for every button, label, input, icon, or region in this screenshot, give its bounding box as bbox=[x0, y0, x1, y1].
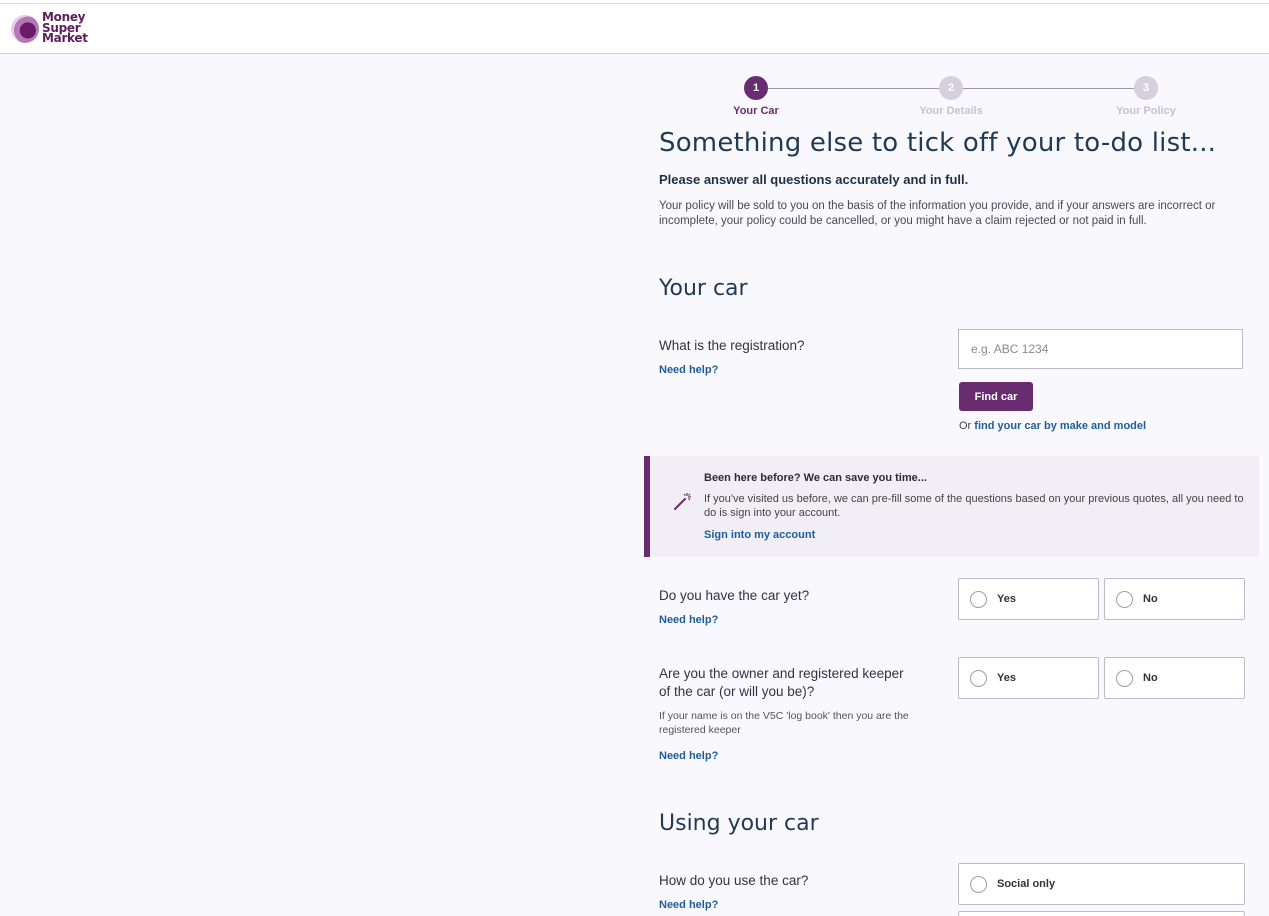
moneysupermarket-logo[interactable]: Money Super Market bbox=[11, 10, 101, 46]
step-your-policy: 3 Your Policy bbox=[1096, 76, 1196, 117]
step-number: 2 bbox=[939, 76, 963, 100]
have-car-need-help-link[interactable]: Need help? bbox=[659, 614, 718, 626]
site-header: Money Super Market bbox=[0, 4, 1269, 54]
callout-title: Been here before? We can save you time..… bbox=[704, 472, 927, 484]
step-your-details: 2 Your Details bbox=[901, 76, 1001, 117]
magic-wand-icon bbox=[674, 493, 691, 510]
step-number: 3 bbox=[1134, 76, 1158, 100]
radio-label: Yes bbox=[997, 672, 1016, 684]
car-use-question: How do you use the car? bbox=[659, 873, 809, 888]
step-number: 1 bbox=[744, 76, 768, 100]
have-car-no-option[interactable]: No bbox=[1104, 578, 1245, 620]
logo-wordmark: Money Super Market bbox=[42, 10, 88, 45]
owner-question-line2: of the car (or will you be)? bbox=[659, 684, 815, 699]
registration-question: What is the registration? bbox=[659, 338, 805, 353]
sign-in-callout: Been here before? We can save you time..… bbox=[644, 456, 1259, 557]
owner-need-help-link[interactable]: Need help? bbox=[659, 750, 718, 762]
radio-circle[interactable] bbox=[1116, 670, 1133, 687]
alt-find-text: Or find your car by make and model bbox=[959, 420, 1146, 432]
sign-in-link[interactable]: Sign into my account bbox=[704, 529, 815, 541]
owner-yes-option[interactable]: Yes bbox=[958, 657, 1099, 699]
social-only-option[interactable]: Social only bbox=[958, 863, 1245, 905]
alt-find-prefix: Or bbox=[959, 420, 972, 432]
have-car-question: Do you have the car yet? bbox=[659, 588, 810, 603]
radio-circle[interactable] bbox=[970, 876, 987, 893]
progress-stepper: 1 Your Car 2 Your Details 3 Your Policy bbox=[700, 76, 1210, 120]
step-label: Your Details bbox=[919, 105, 983, 117]
owner-no-option[interactable]: No bbox=[1104, 657, 1245, 699]
intro-text: Your policy will be sold to you on the b… bbox=[659, 200, 1216, 227]
registration-need-help-link[interactable]: Need help? bbox=[659, 364, 718, 376]
page-title: Something else to tick off your to-do li… bbox=[659, 128, 1217, 158]
find-car-button[interactable]: Find car bbox=[959, 382, 1033, 411]
radio-circle[interactable] bbox=[1116, 591, 1133, 608]
radio-circle[interactable] bbox=[970, 591, 987, 608]
find-by-make-model-link[interactable]: find your car by make and model bbox=[974, 420, 1146, 432]
intro-heading: Please answer all questions accurately a… bbox=[659, 172, 969, 187]
step-label: Your Policy bbox=[1116, 105, 1176, 117]
owner-hint: If your name is on the V5C 'log book' th… bbox=[659, 710, 909, 736]
radio-label: No bbox=[1143, 672, 1158, 684]
radio-circle[interactable] bbox=[970, 670, 987, 687]
owner-question-line1: Are you the owner and registered keeper bbox=[659, 666, 904, 681]
logo-mark-icon bbox=[11, 15, 39, 43]
step-label: Your Car bbox=[733, 105, 779, 117]
radio-label: Social only bbox=[997, 878, 1056, 890]
callout-body: If you've visited us before, we can pre-… bbox=[704, 493, 1244, 519]
have-car-yes-option[interactable]: Yes bbox=[958, 578, 1099, 620]
section-title-your-car: Your car bbox=[659, 276, 748, 301]
section-title-using-car: Using your car bbox=[659, 811, 819, 836]
car-use-need-help-link[interactable]: Need help? bbox=[659, 899, 718, 911]
step-your-car: 1 Your Car bbox=[706, 76, 806, 117]
next-use-option-partial[interactable] bbox=[958, 911, 1245, 916]
registration-input[interactable] bbox=[958, 329, 1243, 369]
radio-label: Yes bbox=[997, 593, 1016, 605]
radio-label: No bbox=[1143, 593, 1158, 605]
